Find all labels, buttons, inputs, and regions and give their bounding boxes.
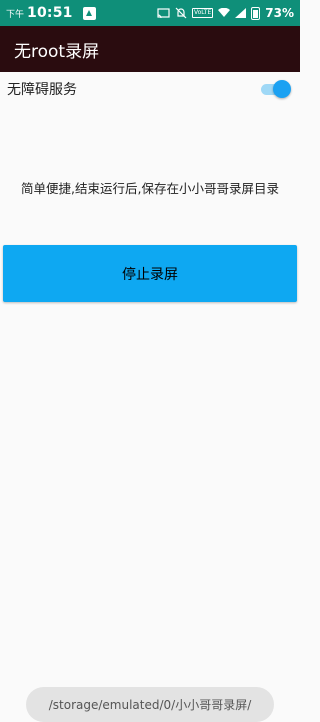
cast-icon <box>157 7 170 18</box>
status-left: 下午 10:51 <box>6 5 96 21</box>
accessibility-label: 无障碍服务 <box>7 82 77 98</box>
status-time: 10:51 <box>27 5 73 21</box>
app-bar: 无root录屏 <box>0 26 300 72</box>
battery-percent: 73% <box>265 6 294 20</box>
accessibility-row[interactable]: 无障碍服务 <box>0 72 300 106</box>
mute-icon <box>175 7 187 19</box>
status-right: VoLTE 73% <box>157 6 294 20</box>
volte-badge: VoLTE <box>191 8 214 18</box>
status-ampm: 下午 <box>6 9 25 20</box>
stop-recording-button[interactable]: 停止录屏 <box>3 245 297 302</box>
description-text: 简单便捷,结束运行后,保存在小小哥哥录屏目录 <box>21 181 279 196</box>
app-notification-icon <box>82 6 96 20</box>
toast-message: /storage/emulated/0/小小哥哥录屏/ <box>26 687 274 722</box>
accessibility-switch[interactable] <box>261 79 291 99</box>
toast-text: /storage/emulated/0/小小哥哥录屏/ <box>48 698 252 712</box>
app-title: 无root录屏 <box>14 41 100 62</box>
wifi-icon <box>218 8 231 17</box>
status-bar: 下午 10:51 VoLTE 73% <box>0 0 300 26</box>
signal-icon <box>235 8 247 18</box>
battery-icon <box>251 6 261 20</box>
switch-thumb <box>273 80 291 98</box>
